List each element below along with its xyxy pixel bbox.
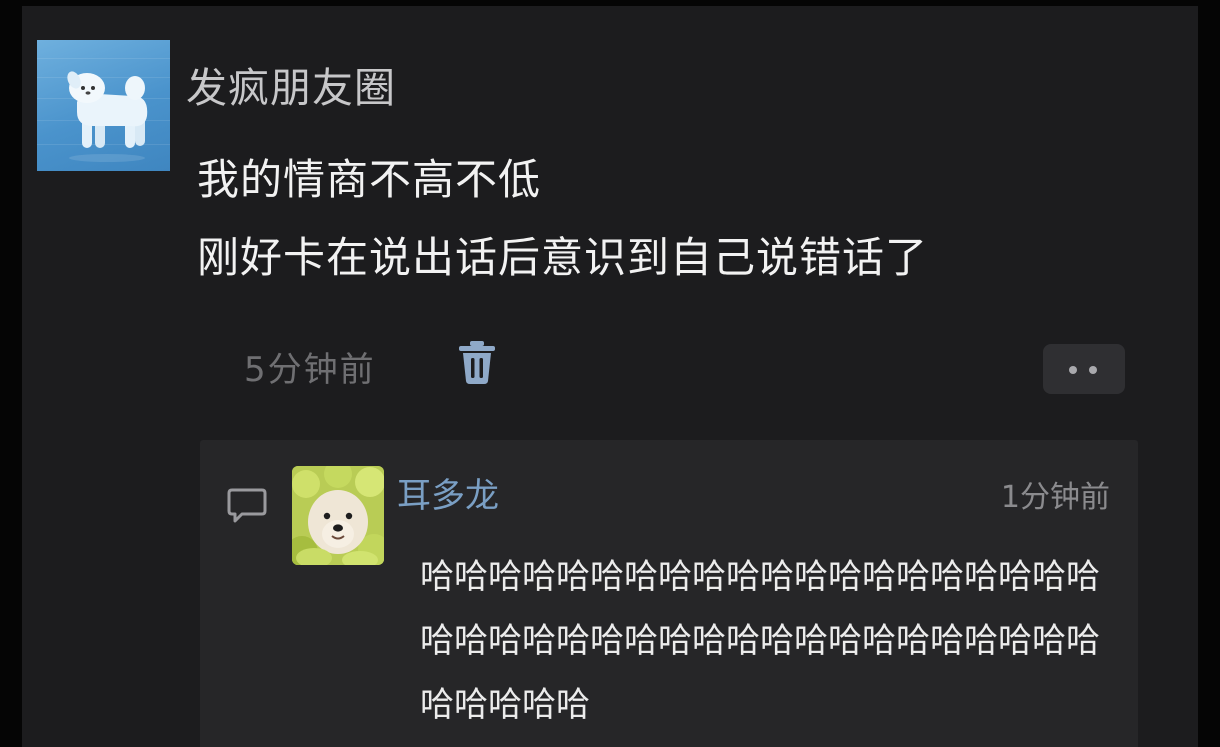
post-text-line-1: 我的情商不高不低 <box>197 155 542 204</box>
more-options-button[interactable] <box>1043 344 1125 394</box>
user-avatar[interactable] <box>37 40 170 171</box>
comment-section: 耳多龙 1分钟前 哈哈哈哈哈哈哈哈哈哈哈哈哈哈哈哈哈哈哈哈哈哈哈哈哈哈哈哈哈哈哈… <box>200 440 1138 747</box>
comment-bubble-icon <box>227 488 267 523</box>
comment-text: 哈哈哈哈哈哈哈哈哈哈哈哈哈哈哈哈哈哈哈哈哈哈哈哈哈哈哈哈哈哈哈哈哈哈哈哈哈哈哈哈… <box>420 557 1100 725</box>
commenter-avatar[interactable] <box>292 466 384 565</box>
post-timestamp: 5分钟前 <box>244 350 376 390</box>
delete-button[interactable] <box>457 339 497 385</box>
moments-post-screen: 发疯朋友圈 我的情商不高不低 刚好卡在说出话后意识到自己说错话了 5分钟前 耳多… <box>22 6 1198 747</box>
dog-in-lettuce-avatar-icon <box>292 466 384 565</box>
post-author-name[interactable]: 发疯朋友圈 <box>186 54 396 114</box>
trash-icon <box>459 341 495 384</box>
post-text-line-2: 刚好卡在说出话后意识到自己说错话了 <box>197 233 929 282</box>
white-dog-avatar-icon <box>67 71 148 162</box>
more-dots-icon <box>1069 366 1077 374</box>
commenter-name[interactable]: 耳多龙 <box>397 468 499 517</box>
comment-timestamp: 1分钟前 <box>1000 480 1110 515</box>
more-dots-icon-second <box>1089 366 1097 374</box>
